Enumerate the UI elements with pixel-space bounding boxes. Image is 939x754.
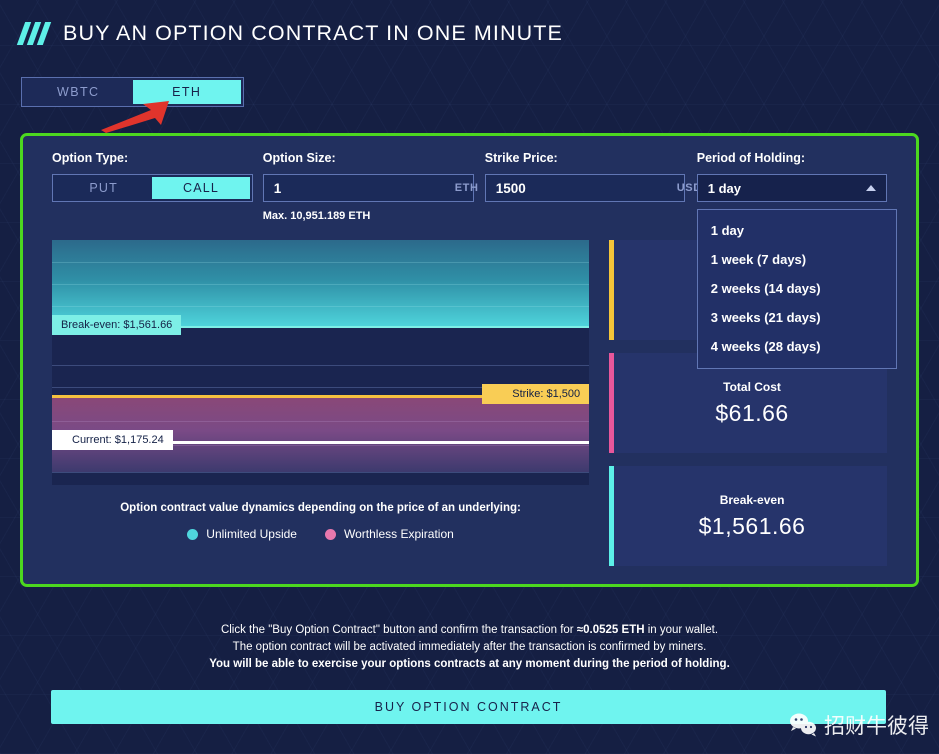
legend-label-worthless-expiration: Worthless Expiration xyxy=(343,527,454,541)
total-cost-accent-bar xyxy=(609,353,615,453)
option-size-hint: Max. 10,951.189 ETH xyxy=(262,210,371,222)
period-option-1-week[interactable]: 1 week (7 days) xyxy=(698,245,896,274)
period-option-3-weeks[interactable]: 3 weeks (21 days) xyxy=(698,303,896,332)
triple-slash-icon xyxy=(16,22,52,45)
page-header: BUY AN OPTION CONTRACT IN ONE MINUTE xyxy=(16,21,563,46)
field-strike-price: Strike Price: USD xyxy=(484,151,701,240)
page-title: BUY AN OPTION CONTRACT IN ONE MINUTE xyxy=(63,21,563,45)
break-even-panel: Break-even $1,561.66 xyxy=(609,466,887,566)
break-even-tag: Break-even: $1,561.66 xyxy=(52,315,182,335)
option-builder-card: Option Type: PUT CALL Option Size: ETH M… xyxy=(20,133,919,587)
option-type-label: Option Type: xyxy=(52,151,129,165)
footer-instructions: Click the "Buy Option Contract" button a… xyxy=(0,622,939,673)
option-size-label: Option Size: xyxy=(262,151,336,165)
period-option-1-day[interactable]: 1 day xyxy=(698,216,896,245)
strike-tag: Strike: $1,500 xyxy=(482,384,590,404)
option-size-input[interactable] xyxy=(273,180,455,196)
option-value-chart: Break-even: $1,561.66 Strike: $1,500 Cur… xyxy=(52,240,590,485)
period-selected-value: 1 day xyxy=(707,180,741,196)
footer-line-3: You will be able to exercise your option… xyxy=(209,658,730,670)
buy-option-contract-button[interactable]: BUY OPTION CONTRACT xyxy=(51,690,886,724)
form-row: Option Type: PUT CALL Option Size: ETH M… xyxy=(23,136,916,369)
footer-line-2: The option contract will be activated im… xyxy=(232,641,707,653)
strike-price-input-box[interactable]: USD xyxy=(484,174,701,202)
option-type-toggle[interactable]: PUT CALL xyxy=(52,174,253,202)
break-even-accent-bar xyxy=(609,466,615,566)
footer-line-1-a: Click the "Buy Option Contract" button a… xyxy=(220,624,577,636)
break-even-label: Break-even xyxy=(719,492,785,507)
period-select-menu[interactable]: 1 day 1 week (7 days) 2 weeks (14 days) … xyxy=(696,209,897,369)
legend-item-unlimited-upside: Unlimited Upside xyxy=(187,527,297,541)
total-cost-label: Total Cost xyxy=(723,379,781,394)
strike-price-input[interactable] xyxy=(495,180,677,196)
put-button[interactable]: PUT xyxy=(55,177,152,199)
period-select[interactable]: 1 day xyxy=(696,174,887,202)
legend-label-unlimited-upside: Unlimited Upside xyxy=(206,527,297,541)
field-option-type: Option Type: PUT CALL xyxy=(52,151,253,240)
legend-dot-pink xyxy=(324,528,336,540)
field-option-size: Option Size: ETH Max. 10,951.189 ETH xyxy=(262,151,478,240)
strike-price-label: Strike Price: xyxy=(484,151,558,165)
footer-eth-amount: ≈0.0525 ETH xyxy=(576,624,645,636)
break-even-value: $1,561.66 xyxy=(698,512,806,539)
chart-section: Break-even: $1,561.66 Strike: $1,500 Cur… xyxy=(52,240,590,566)
period-option-4-weeks[interactable]: 4 weeks (28 days) xyxy=(698,332,896,361)
legend-item-worthless-expiration: Worthless Expiration xyxy=(324,527,454,541)
chart-legend: Unlimited Upside Worthless Expiration xyxy=(52,527,589,541)
chevron-up-icon[interactable] xyxy=(866,185,876,191)
legend-dot-cyan xyxy=(187,528,199,540)
current-price-tag: Current: $1,175.24 xyxy=(52,430,173,450)
footer-line-1: Click the "Buy Option Contract" button a… xyxy=(0,622,939,639)
red-arrow-icon xyxy=(101,101,169,133)
option-size-unit: ETH xyxy=(454,182,479,194)
field-period-of-holding: Period of Holding: 1 day 1 day 1 week (7… xyxy=(696,151,897,369)
call-button[interactable]: CALL xyxy=(152,177,250,199)
option-size-input-box[interactable]: ETH xyxy=(262,174,478,202)
chart-caption: Option contract value dynamics depending… xyxy=(120,502,521,514)
period-option-2-weeks[interactable]: 2 weeks (14 days) xyxy=(698,274,896,303)
period-panel-accent-bar xyxy=(609,240,615,340)
period-label: Period of Holding: xyxy=(696,151,806,165)
total-cost-value: $61.66 xyxy=(715,399,789,426)
footer-line-1-c: in your wallet. xyxy=(644,624,719,636)
